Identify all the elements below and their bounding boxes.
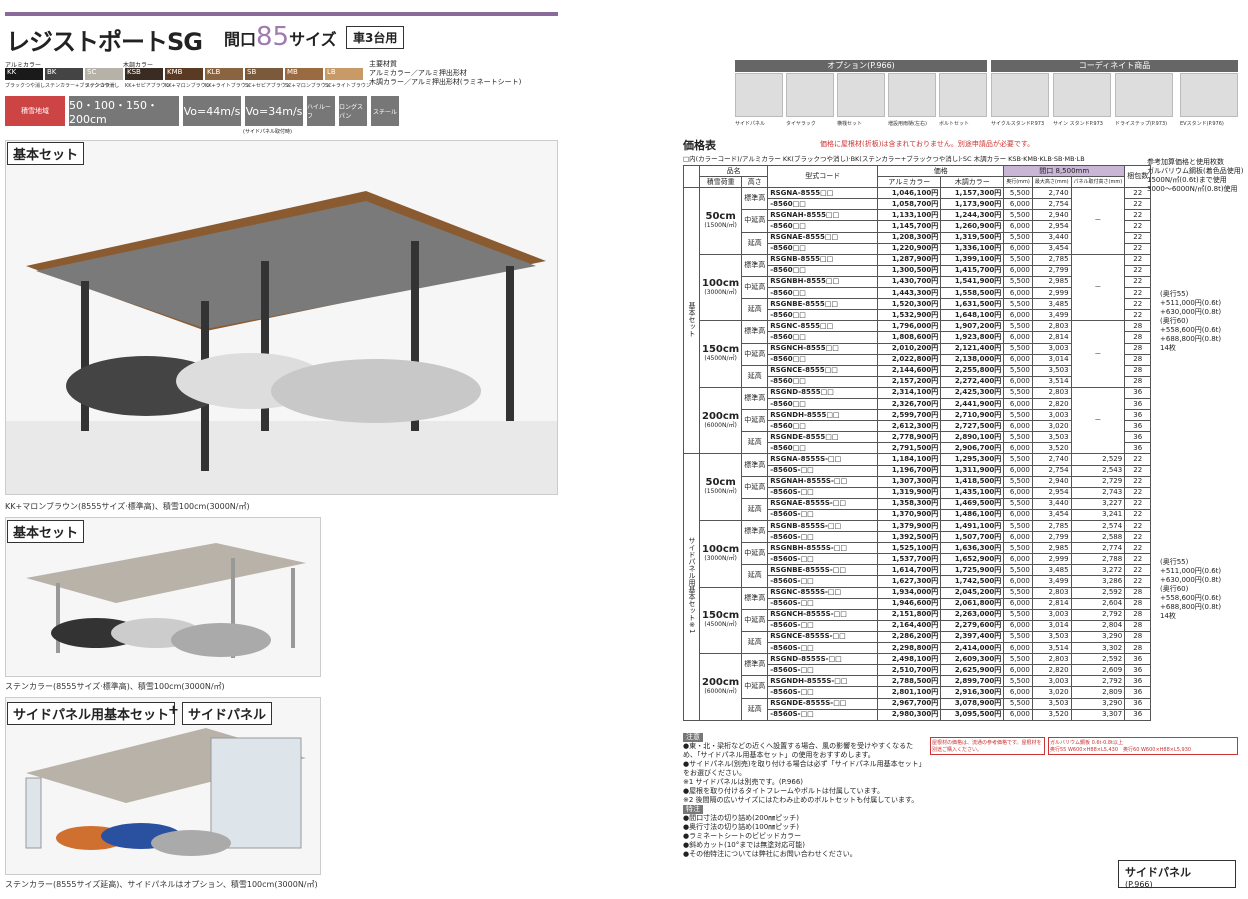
table-row: 中延高 RSGNBH-8555S-□□ 1,525,100円 1,636,300円 5,…: [684, 542, 1152, 566]
swatch-sc: SC: [85, 68, 123, 80]
spec-steel: スチール: [371, 96, 399, 126]
header-bar: [5, 12, 558, 16]
option-thumb: [888, 73, 936, 117]
car-badge: 車3台用: [346, 26, 405, 49]
options-header: オプション(P.966): [735, 60, 987, 72]
swatch-sb: SB: [245, 68, 283, 80]
page-title: レジストポートSG: [6, 28, 203, 56]
option-thumb: [735, 73, 783, 117]
section-side-basic: サイドパネル用基本セット: [7, 702, 176, 725]
option-label: ドライステップ(P.973): [1115, 121, 1168, 127]
price-note: 価格に屋根材(折板)は含まれておりません。別途申請品が必要です。: [820, 140, 1035, 148]
option-thumb: [837, 73, 885, 117]
swatch-label: SC+ライトブラウン: [325, 83, 371, 89]
swatch-label: SC+マロンブラウン: [285, 83, 331, 89]
carport-photo-1: [6, 191, 557, 494]
spec-icons: 積雪地域 50・100・150・200cm Vo=44m/s Vo=34m/s …: [5, 96, 558, 128]
caption-1: KK+マロンブラウン(8555サイズ·標準高)、積雪100cm(3000N/㎡): [5, 502, 250, 511]
option-label: EVスタンド(P.976): [1180, 121, 1224, 127]
section-side-panel: サイドパネル: [182, 702, 273, 725]
table-row: 150cm (4500N/㎡) 標準高 RSGNC-8555S-□□ 1,934,000…: [684, 586, 1152, 655]
table-row: 延高 RSGNDE-8555S-□□ 2,967,700円 3,078,900円 5,5…: [684, 697, 1152, 721]
caption-2: ステンカラー(8555サイズ·標準高)、積雪100cm(3000N/㎡): [5, 682, 225, 691]
table-row: サイドパネル用基本セット※1 50cm (1500N/㎡) 標準高 RSGNA-8555…: [683, 453, 1152, 721]
side-panel-link[interactable]: サイドパネル (P.966): [1118, 860, 1236, 889]
swatch-label: KK+ライトブラウン: [205, 83, 251, 89]
table-row: 中延高 RSGNCH-8555S-□□ 2,151,800円 2,263,000円 5,…: [684, 608, 1152, 632]
table-row: 200cm (6000N/㎡) 標準高 RSGND-8555S-□□ 2,498,100…: [684, 653, 1152, 721]
materials: 主要材質 アルミカラー／アルミ押出形材 木調カラー／アルミ押出形材(ラミネートシート…: [369, 60, 522, 86]
swatch-kk: KK: [5, 68, 43, 80]
table-row: 中延高 RSGNDH-8555S-□□ 2,788,500円 2,899,700円 5,…: [684, 675, 1152, 699]
section-basic-set-1: 基本セット: [7, 142, 85, 165]
price-title: 価格表: [683, 139, 716, 152]
option-label: 横桟セット: [837, 121, 863, 127]
price-table: 品名 型式コード 価格 間口 8,500mm 梱包数 積雪荷重 高さ アルミカラ…: [683, 164, 1152, 721]
swatch-ksb: KSB: [125, 68, 163, 80]
swatch-label: ブラックつや消し: [5, 83, 46, 89]
swatch-label: SC+セピアブラウン: [245, 83, 291, 89]
galv-note: ガルバリウム鋼板 0.6t·0.8t以上 奥行55 W600×H88×L5,430…: [1048, 737, 1238, 755]
option-label: サイン スタンドP.973: [1053, 121, 1103, 127]
spec-note: (サイドパネル取付時): [243, 129, 292, 135]
swatch-bk: BK: [45, 68, 83, 80]
table-row: 延高 RSGNAE-8555S-□□ 1,358,300円 1,469,500円 5,5…: [684, 497, 1152, 522]
option-thumb: [1115, 73, 1173, 117]
table-row: 中延高 RSGNAH-8555S-□□ 1,307,300円 1,418,500円 5,…: [684, 475, 1152, 499]
swatch-label: KK+マロンブラウン: [165, 83, 211, 89]
size-label: 間口85サイズ: [224, 22, 337, 52]
spec-snow-load: 50・100・150・200cm: [69, 96, 179, 126]
swatch-klb: KLB: [205, 68, 243, 80]
option-label: タイヤラック: [786, 121, 816, 127]
option-thumb: [1180, 73, 1238, 117]
table-row: 150cm (4500N/㎡) 標準高 RSGNC-8555□□ 1,796,000円 1…: [684, 320, 1152, 388]
photo-main: [5, 140, 558, 495]
swatch-lb: LB: [325, 68, 363, 80]
ref-price-header: 参考加算価格と使用枚数 ガルバリウム鋼板(着色品使用) 1500N/㎡(0.6t)ま…: [1147, 158, 1244, 193]
ref-price-upper: (奥行55) +511,000円(0.6t) +630,000円(0.8t) (奥行6…: [1160, 290, 1222, 352]
swatch-label: KK+セピアブラウン: [125, 83, 171, 89]
color-line: □内(カラーコード)/アルミカラー KK(ブラックつや消し)·BK(ステンカラー…: [683, 155, 1085, 163]
spec-wind2: Vo=34m/s: [245, 96, 303, 126]
swatch-mb: MB: [285, 68, 323, 80]
spec-snow-area: 積雪地域: [5, 96, 65, 126]
table-row: 延高 RSGNBE-8555S-□□ 1,614,700円 1,725,900円 5,5…: [684, 564, 1152, 588]
option-label: 増設用雨樋(左右): [888, 121, 927, 127]
ref-price-lower: (奥行55) +511,000円(0.6t) +630,000円(0.8t) (奥行6…: [1160, 558, 1222, 620]
swatch-kmb: KMB: [165, 68, 203, 80]
coordinate-header: コーディネイト商品: [991, 60, 1238, 72]
table-row: 100cm (3000N/㎡) 標準高 RSGNB-8555□□ 1,287,900円 1…: [684, 253, 1152, 322]
table-row: 200cm (6000N/㎡) 標準高 RSGND-8555□□ 2,314,100円 2…: [684, 386, 1152, 455]
caption-3: ステンカラー(8555サイズ延高)、サイドパネルはオプション、積雪100cm(3…: [5, 880, 318, 889]
option-thumb: [939, 73, 987, 117]
option-label: サイドパネル: [735, 121, 766, 127]
swatch-label: ステンカラー: [85, 83, 116, 89]
spec-longspan: ロングスパン: [339, 96, 367, 126]
table-row: 基本セット 50cm (1500N/㎡) 標準高 RSGNA-8555□□ 1,046,1…: [683, 187, 1152, 455]
spec-wind1: Vo=44m/s: [183, 96, 241, 126]
pink-note: 屋根材の価格は、流通の参考価格です。屋根材を別途ご購入ください。: [930, 737, 1045, 755]
notes: 注意 ●東・北・梁桁などの近くへ設置する場合、風の影響を受けやすくなるため、「サ…: [683, 733, 923, 858]
option-label: ボルトセット: [939, 121, 970, 127]
section-basic-set-2: 基本セット: [7, 520, 85, 543]
option-thumb: [786, 73, 834, 117]
option-thumb: [1053, 73, 1111, 117]
spec-highroof: ハイルーフ: [307, 96, 335, 126]
option-thumb: [991, 73, 1049, 117]
table-row: 延高 RSGNCE-8555S-□□ 2,286,200円 2,397,400円 5,5…: [684, 630, 1152, 655]
table-row: 100cm (3000N/㎡) 標準高 RSGNB-8555S-□□ 1,379,900…: [684, 519, 1152, 588]
option-label: サイクルスタンドP.973: [991, 121, 1045, 127]
